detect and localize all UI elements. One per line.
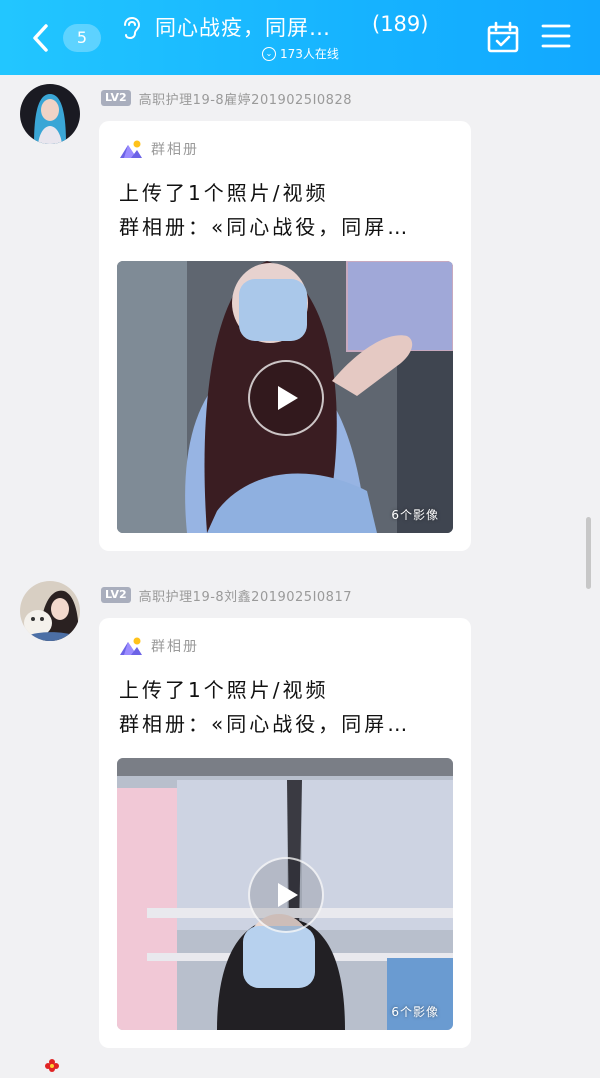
play-button[interactable] (248, 857, 324, 933)
menu-icon[interactable] (541, 22, 571, 50)
flower-icon (44, 1058, 60, 1074)
scrollbar[interactable] (586, 517, 591, 589)
video-thumbnail[interactable]: 6个影像 (117, 261, 453, 533)
card-source: 群相册 (119, 636, 199, 656)
chevron-left-icon (33, 24, 48, 52)
media-count: 6个影像 (391, 1005, 439, 1019)
play-button[interactable] (248, 360, 324, 436)
play-icon (278, 883, 298, 907)
sender-name[interactable]: 高职护理19-8刘鑫2019025I0817 (139, 586, 352, 605)
level-badge: LV2 (101, 90, 131, 106)
ear-mode-icon[interactable] (120, 16, 142, 40)
group-album-icon (120, 140, 142, 158)
album-share-card[interactable]: 群相册 上传了1个照片/视频 群相册：«同心战役，同屏… 6个影像 (99, 618, 471, 1048)
chat-message: LV2 高职护理19-8刘鑫2019025I0817 群相册 上传了1个照片/视… (0, 572, 600, 1052)
chevron-down-icon: ⌄ (262, 46, 276, 61)
online-count: 173人在线 (280, 47, 339, 61)
calendar-icon[interactable] (487, 21, 519, 53)
chat-title[interactable]: 同心战疫，同屏… (155, 12, 370, 42)
group-album-icon (120, 637, 142, 655)
play-icon (278, 386, 298, 410)
media-count: 6个影像 (391, 508, 439, 522)
chat-header: 5 同心战疫，同屏… (189) ⌄ 173人在线 (0, 0, 600, 75)
album-share-card[interactable]: 群相册 上传了1个照片/视频 群相册：«同心战役，同屏… 6个影像 (99, 121, 471, 551)
sender-name[interactable]: 高职护理19-8雇婷2019025I0828 (139, 89, 352, 108)
album-name-text: 群相册：«同心战役，同屏… (119, 712, 411, 736)
upload-text: 上传了1个照片/视频 (119, 678, 329, 702)
album-source-label: 群相册 (151, 639, 199, 655)
card-source: 群相册 (119, 139, 199, 159)
album-name-text: 群相册：«同心战役，同屏… (119, 215, 411, 239)
upload-text: 上传了1个照片/视频 (119, 181, 329, 205)
online-status[interactable]: ⌄ 173人在线 (262, 45, 339, 62)
sender-meta: LV2 高职护理19-8刘鑫2019025I0817 (101, 585, 352, 605)
sender-meta: LV2 高职护理19-8雇婷2019025I0828 (101, 88, 352, 108)
chat-message: LV2 高职护理19-8雇婷2019025I0828 群相册 上传了1个照片/视… (0, 75, 600, 555)
back-button[interactable] (26, 20, 56, 56)
level-badge: LV2 (101, 587, 131, 603)
sender-avatar[interactable] (20, 84, 80, 144)
video-thumbnail[interactable]: 6个影像 (117, 758, 453, 1030)
member-count[interactable]: (189) (372, 12, 428, 36)
album-source-label: 群相册 (151, 142, 199, 158)
unread-badge[interactable]: 5 (63, 24, 101, 52)
sender-avatar[interactable] (20, 581, 80, 641)
